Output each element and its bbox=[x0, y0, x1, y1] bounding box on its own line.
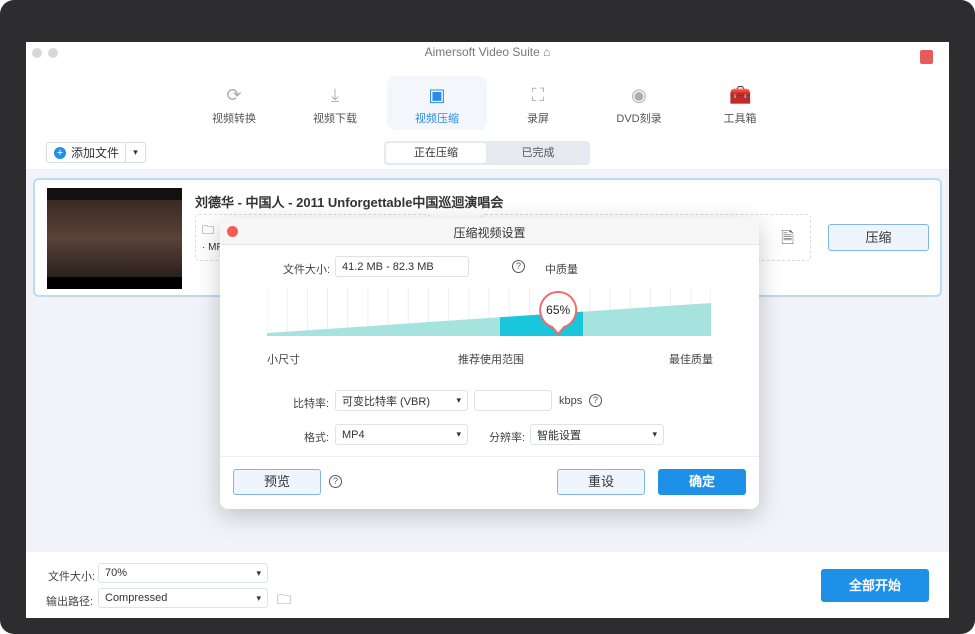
screen-record-icon: ⛶ bbox=[531, 85, 545, 105]
file-size-range: 41.2 MB - 82.3 MB bbox=[342, 260, 434, 273]
resolution-value: 智能设置 bbox=[537, 429, 581, 442]
slider-percent: 65% bbox=[546, 303, 570, 317]
chevron-down-icon: ▾ bbox=[256, 567, 261, 578]
compress-button[interactable]: 压缩 bbox=[828, 224, 929, 251]
file-title: 刘德华 - 中国人 - 2011 Unforgettable中国巡迴演唱会 bbox=[195, 195, 504, 210]
dialog-title: 压缩视频设置 bbox=[453, 226, 526, 240]
folder-icon[interactable]: 🗀 bbox=[202, 221, 214, 242]
compress-settings-dialog: 压缩视频设置 文件大小: 41.2 MB - 82.3 MB ? 中质量 65%… bbox=[220, 218, 759, 509]
bottom-bar: 文件大小: 70% ▾ 输出路径: Compressed ▾ 🗀 全部开始 bbox=[26, 552, 949, 618]
preview-button[interactable]: 预览 bbox=[233, 469, 321, 495]
bitrate-label: 比特率: bbox=[293, 398, 330, 410]
nav-label: 录屏 bbox=[527, 113, 549, 125]
toolbar: + 添加文件 ▾ 正在压缩 已完成 bbox=[26, 138, 949, 170]
slider-label-recommended: 推荐使用范围 bbox=[458, 354, 524, 366]
reset-button[interactable]: 重设 bbox=[557, 469, 645, 495]
ok-button[interactable]: 确定 bbox=[658, 469, 746, 495]
chevron-down-icon: ▾ bbox=[652, 429, 657, 439]
file-size-label: 文件大小: bbox=[48, 571, 96, 583]
app-title: Aimersoft Video Suite ⌂ bbox=[26, 45, 949, 59]
app-title-text: Aimersoft Video Suite bbox=[424, 45, 540, 59]
toolbox-icon: 🧰 bbox=[729, 85, 752, 105]
dvd-icon: ◉ bbox=[631, 85, 647, 105]
download-icon: ⤓ bbox=[331, 85, 339, 105]
nav-tab-convert[interactable]: ⟳ 视频转换 bbox=[184, 76, 284, 130]
nav-tab-toolbox[interactable]: 🧰 工具箱 bbox=[690, 76, 790, 130]
folder-icon[interactable]: 🗀 bbox=[277, 589, 291, 613]
plus-icon: + bbox=[54, 146, 66, 159]
video-thumbnail[interactable] bbox=[47, 188, 182, 289]
kbps-input[interactable] bbox=[474, 390, 552, 411]
nav-label: 工具箱 bbox=[723, 113, 757, 125]
slider-label-small: 小尺寸 bbox=[267, 354, 300, 366]
help-icon[interactable]: ? bbox=[589, 394, 602, 407]
chevron-down-icon: ▾ bbox=[456, 395, 461, 405]
nav-label: 视频下载 bbox=[313, 113, 357, 125]
gift-icon[interactable] bbox=[920, 50, 933, 64]
home-icon[interactable]: ⌂ bbox=[543, 45, 550, 59]
nav-tab-compress[interactable]: ▣ 视频压缩 bbox=[387, 76, 487, 130]
file-size-select[interactable]: 70% ▾ bbox=[98, 563, 268, 583]
nav-label: 视频转换 bbox=[212, 113, 256, 125]
bitrate-select[interactable]: 可变比特率 (VBR) ▾ bbox=[335, 390, 468, 411]
file-size-value: 70% bbox=[105, 567, 128, 579]
nav-label: DVD刻录 bbox=[616, 113, 662, 125]
resolution-label: 分辨率: bbox=[489, 432, 526, 444]
add-file-label: 添加文件 bbox=[71, 146, 120, 160]
quality-level: 中质量 bbox=[545, 264, 578, 276]
format-select[interactable]: MP4 ▾ bbox=[335, 424, 468, 445]
quality-slider[interactable]: 65% bbox=[267, 288, 711, 348]
slider-label-best: 最佳质量 bbox=[669, 354, 713, 366]
resolution-select[interactable]: 智能设置 ▾ bbox=[530, 424, 664, 445]
status-segment: 正在压缩 已完成 bbox=[384, 141, 590, 165]
output-path-select[interactable]: Compressed ▾ bbox=[98, 588, 268, 608]
compress-icon: ▣ bbox=[428, 85, 446, 105]
nav-tab-dvd[interactable]: ◉ DVD刻录 bbox=[589, 76, 689, 130]
chevron-down-icon: ▾ bbox=[256, 592, 261, 603]
file-size-field[interactable]: 41.2 MB - 82.3 MB bbox=[335, 256, 469, 277]
help-icon[interactable]: ? bbox=[329, 475, 342, 488]
chevron-down-icon[interactable]: ▾ bbox=[125, 143, 145, 162]
tab-compressing[interactable]: 正在压缩 bbox=[386, 143, 486, 163]
tab-completed[interactable]: 已完成 bbox=[488, 143, 588, 163]
kbps-unit: kbps bbox=[559, 395, 583, 407]
output-path-label: 输出路径: bbox=[46, 596, 94, 608]
chevron-down-icon: ▾ bbox=[456, 429, 461, 439]
format-label: 格式: bbox=[304, 432, 330, 444]
nav-label: 视频压缩 bbox=[415, 113, 459, 125]
output-path-value: Compressed bbox=[105, 592, 168, 604]
file-settings-icon[interactable]: 🗎 bbox=[781, 227, 794, 254]
dialog-titlebar: 压缩视频设置 bbox=[220, 218, 759, 245]
bitrate-value: 可变比特率 (VBR) bbox=[342, 395, 430, 408]
convert-icon: ⟳ bbox=[226, 85, 242, 105]
nav-tab-record[interactable]: ⛶ 录屏 bbox=[488, 76, 588, 130]
start-all-button[interactable]: 全部开始 bbox=[821, 569, 929, 602]
help-icon[interactable]: ? bbox=[512, 260, 525, 273]
add-file-button[interactable]: + 添加文件 ▾ bbox=[46, 142, 146, 163]
format-value: MP4 bbox=[342, 428, 365, 441]
file-size-label: 文件大小: bbox=[283, 264, 331, 276]
nav-tab-download[interactable]: ⤓ 视频下载 bbox=[285, 76, 385, 130]
dialog-divider bbox=[220, 456, 759, 457]
